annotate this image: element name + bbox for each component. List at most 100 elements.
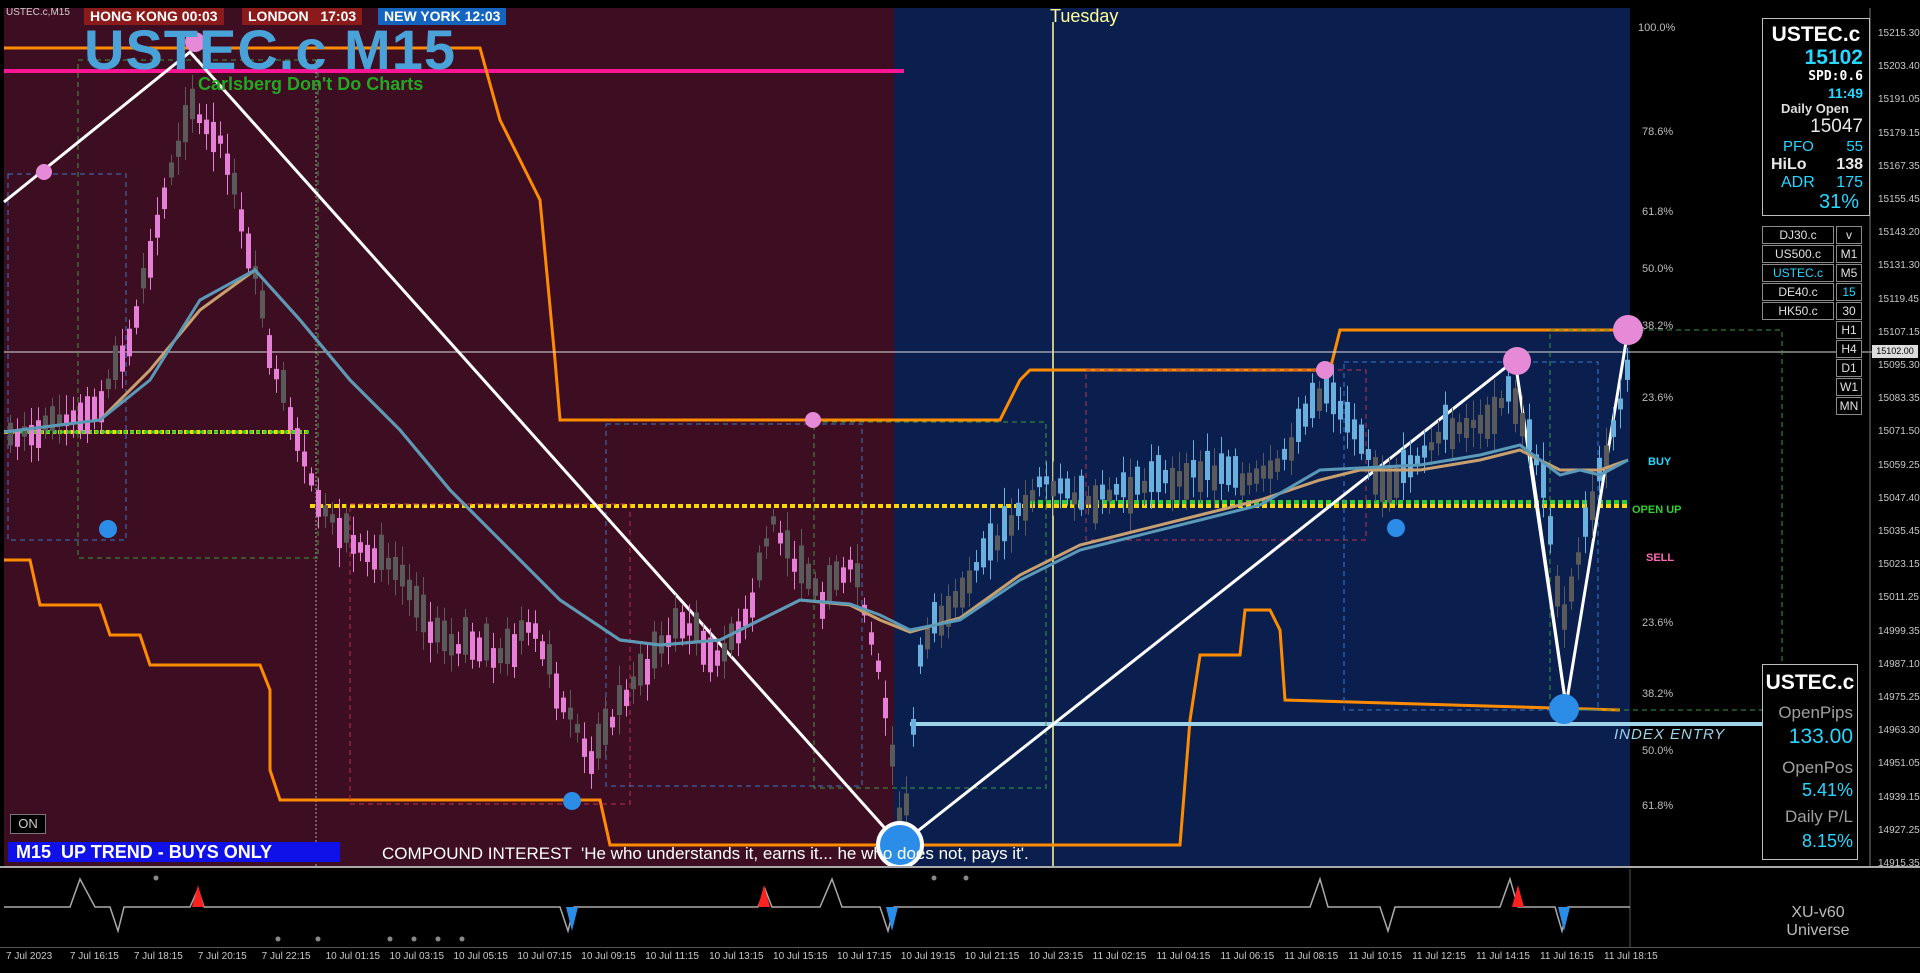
- timeframe-button-d1[interactable]: D1: [1836, 359, 1862, 377]
- info-symbol: USTEC.c: [1771, 23, 1861, 46]
- candle-body: [1366, 449, 1371, 460]
- candle-body: [1002, 506, 1007, 542]
- time-axis-label: 11 Jul 08:15: [1284, 951, 1339, 962]
- pivot-high-marker: [1316, 361, 1334, 379]
- candle-body: [1205, 450, 1210, 480]
- range-percent: 31%: [1818, 191, 1859, 213]
- price-axis-label: 15215.30: [1878, 28, 1920, 39]
- price-axis-label: 15131.30: [1878, 260, 1920, 272]
- time-axis-label: 10 Jul 11:15: [645, 951, 699, 962]
- price-axis-label: 14963.30: [1878, 725, 1920, 737]
- candle-body: [848, 559, 853, 570]
- symbol-button-dj30[interactable]: DJ30.c: [1762, 226, 1834, 244]
- candle-body: [127, 328, 132, 357]
- index-entry-label: INDEX ENTRY: [1614, 726, 1726, 743]
- toggle-on-button[interactable]: ON: [10, 814, 46, 834]
- chart-window[interactable]: USTEC.c,M15 HONG KONG 00:03 LONDON 17:03…: [0, 0, 1920, 869]
- candle-body: [1009, 515, 1014, 536]
- candle-body: [1100, 484, 1105, 500]
- time-axis-label: 11 Jul 06:15: [1220, 951, 1275, 962]
- candle-body: [155, 214, 160, 238]
- timeframe-button-m30[interactable]: 30: [1836, 302, 1862, 320]
- indicator-subwindow[interactable]: XU-v60 Universe: [0, 869, 1920, 947]
- candle-body: [1317, 388, 1322, 411]
- pivot-high-marker: [805, 412, 821, 428]
- price-axis-label: 14927.25: [1878, 824, 1920, 836]
- time-axis-label: 10 Jul 19:15: [900, 951, 956, 962]
- candle-body: [1177, 471, 1182, 487]
- candle-body: [687, 623, 692, 636]
- candle-body: [36, 420, 41, 448]
- candle-body: [1520, 413, 1525, 437]
- price-axis-label: 14987.10: [1878, 658, 1920, 670]
- candle-body: [1464, 418, 1469, 438]
- candle-body: [519, 620, 524, 641]
- candle-body: [449, 634, 454, 656]
- candle-body: [1443, 404, 1448, 440]
- symbol-button-ustec[interactable]: USTEC.c: [1762, 264, 1834, 282]
- candle-body: [967, 570, 972, 594]
- candle-body: [414, 585, 419, 618]
- oscillator-line: [4, 876, 1630, 934]
- timeframe-dropdown[interactable]: v: [1836, 226, 1862, 244]
- time-axis-label: 10 Jul 17:15: [836, 951, 892, 962]
- candle-body: [1527, 419, 1532, 451]
- time-axis-label: 7 Jul 22:15: [261, 951, 311, 962]
- candle-body: [1058, 478, 1063, 494]
- fib-level-label: 50.0%: [1642, 263, 1674, 275]
- time-axis-label: 7 Jul 2023: [6, 951, 53, 962]
- candle-body: [1240, 473, 1245, 496]
- candle-body: [1352, 419, 1357, 440]
- candle-body: [1583, 507, 1588, 537]
- buy-label: BUY: [1648, 456, 1672, 468]
- candle-body: [1485, 404, 1490, 439]
- timeframe-button-h1[interactable]: H1: [1836, 321, 1862, 339]
- timeframe-button-m15[interactable]: 15: [1836, 283, 1862, 301]
- time-axis-label: 10 Jul 21:15: [964, 951, 1020, 962]
- candle-body: [442, 620, 447, 652]
- timeframe-button-w1[interactable]: W1: [1836, 378, 1862, 396]
- time-axis[interactable]: 7 Jul 2023 7 Jul 16:15 7 Jul 18:15 7 Jul 20…: [0, 947, 1920, 973]
- candle-body: [1079, 475, 1084, 510]
- candle-body: [953, 591, 958, 608]
- daily-pl-value: 8.15%: [1801, 831, 1853, 851]
- candle-body: [337, 517, 342, 549]
- candle-body: [344, 513, 349, 543]
- candle-body: [470, 631, 475, 660]
- candle-body: [148, 241, 153, 278]
- candle-body: [1625, 359, 1630, 380]
- candle-body: [1023, 494, 1028, 521]
- candle-body: [113, 345, 118, 381]
- candle-body: [183, 105, 188, 143]
- candle-body: [225, 153, 230, 175]
- candle-body: [561, 697, 566, 713]
- candle-body: [267, 335, 272, 369]
- fib-level-label: 100.0%: [1638, 22, 1676, 34]
- symbol-button-us500[interactable]: US500.c: [1762, 245, 1834, 263]
- candle-body: [1191, 460, 1196, 478]
- candle-body: [771, 516, 776, 525]
- hilo-value: 138: [1836, 156, 1863, 173]
- timeframe-button-mn[interactable]: MN: [1836, 397, 1862, 415]
- symbol-button-de40[interactable]: DE40.c: [1762, 283, 1834, 301]
- candle-body: [288, 407, 293, 430]
- candle-body: [1345, 401, 1350, 433]
- candle-body: [1548, 516, 1553, 545]
- time-axis-label: 10 Jul 23:15: [1028, 951, 1084, 962]
- candle-body: [1051, 480, 1056, 497]
- timeframe-button-m1[interactable]: M1: [1836, 245, 1862, 263]
- trend-banner: M15 UP TREND - BUYS ONLY: [8, 842, 340, 862]
- price-axis[interactable]: 15215.30 15203.40 15191.05 15179.15 15167.35…: [1872, 0, 1920, 869]
- daily-pl-label: Daily P/L: [1784, 807, 1853, 826]
- symbol-button-hk50[interactable]: HK50.c: [1762, 302, 1834, 320]
- big-title: USTEC.c M15: [84, 18, 456, 81]
- candle-body: [638, 653, 643, 686]
- candle-body: [680, 612, 685, 639]
- candle-body: [92, 396, 97, 422]
- time-axis-label: 10 Jul 01:15: [325, 951, 381, 962]
- timeframe-button-h4[interactable]: H4: [1836, 340, 1862, 358]
- candle-body: [1268, 460, 1273, 479]
- timeframe-button-m5[interactable]: M5: [1836, 264, 1862, 282]
- time-axis-label: 7 Jul 18:15: [133, 951, 183, 962]
- candle-body: [1149, 461, 1154, 492]
